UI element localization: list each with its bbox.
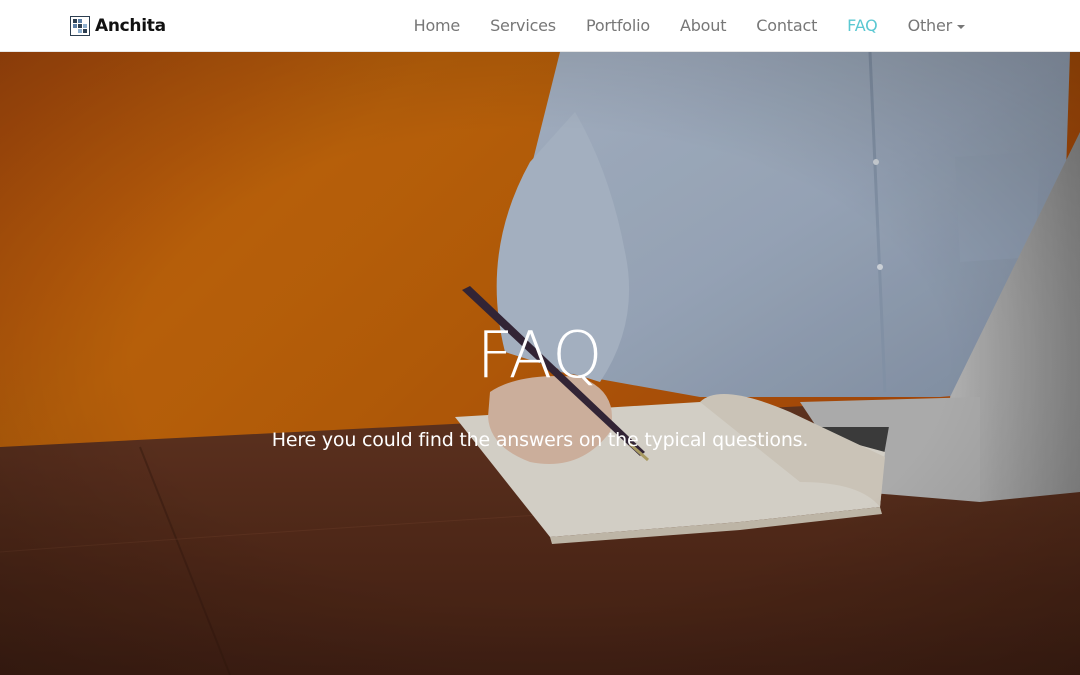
page-subtitle: Here you could find the answers on the t… [271,429,809,451]
grid-squares-logo-icon [70,16,90,36]
nav-services[interactable]: Services [475,0,571,52]
brand-link[interactable]: Anchita [70,15,166,37]
top-navbar: Anchita Home Services Portfolio About Co… [0,0,1080,52]
nav-home[interactable]: Home [399,0,475,52]
nav-about[interactable]: About [665,0,741,52]
nav-contact[interactable]: Contact [741,0,832,52]
nav-faq[interactable]: FAQ [832,0,892,52]
caret-down-icon [957,24,965,29]
nav-portfolio[interactable]: Portfolio [571,0,665,52]
brand-name: Anchita [95,16,166,36]
page-title: FAQ [476,319,604,393]
nav-other-dropdown[interactable]: Other [893,0,980,52]
hero-section: FAQ Here you could find the answers on t… [0,52,1080,675]
main-nav: Home Services Portfolio About Contact FA… [399,0,980,52]
nav-other-label: Other [907,16,953,35]
